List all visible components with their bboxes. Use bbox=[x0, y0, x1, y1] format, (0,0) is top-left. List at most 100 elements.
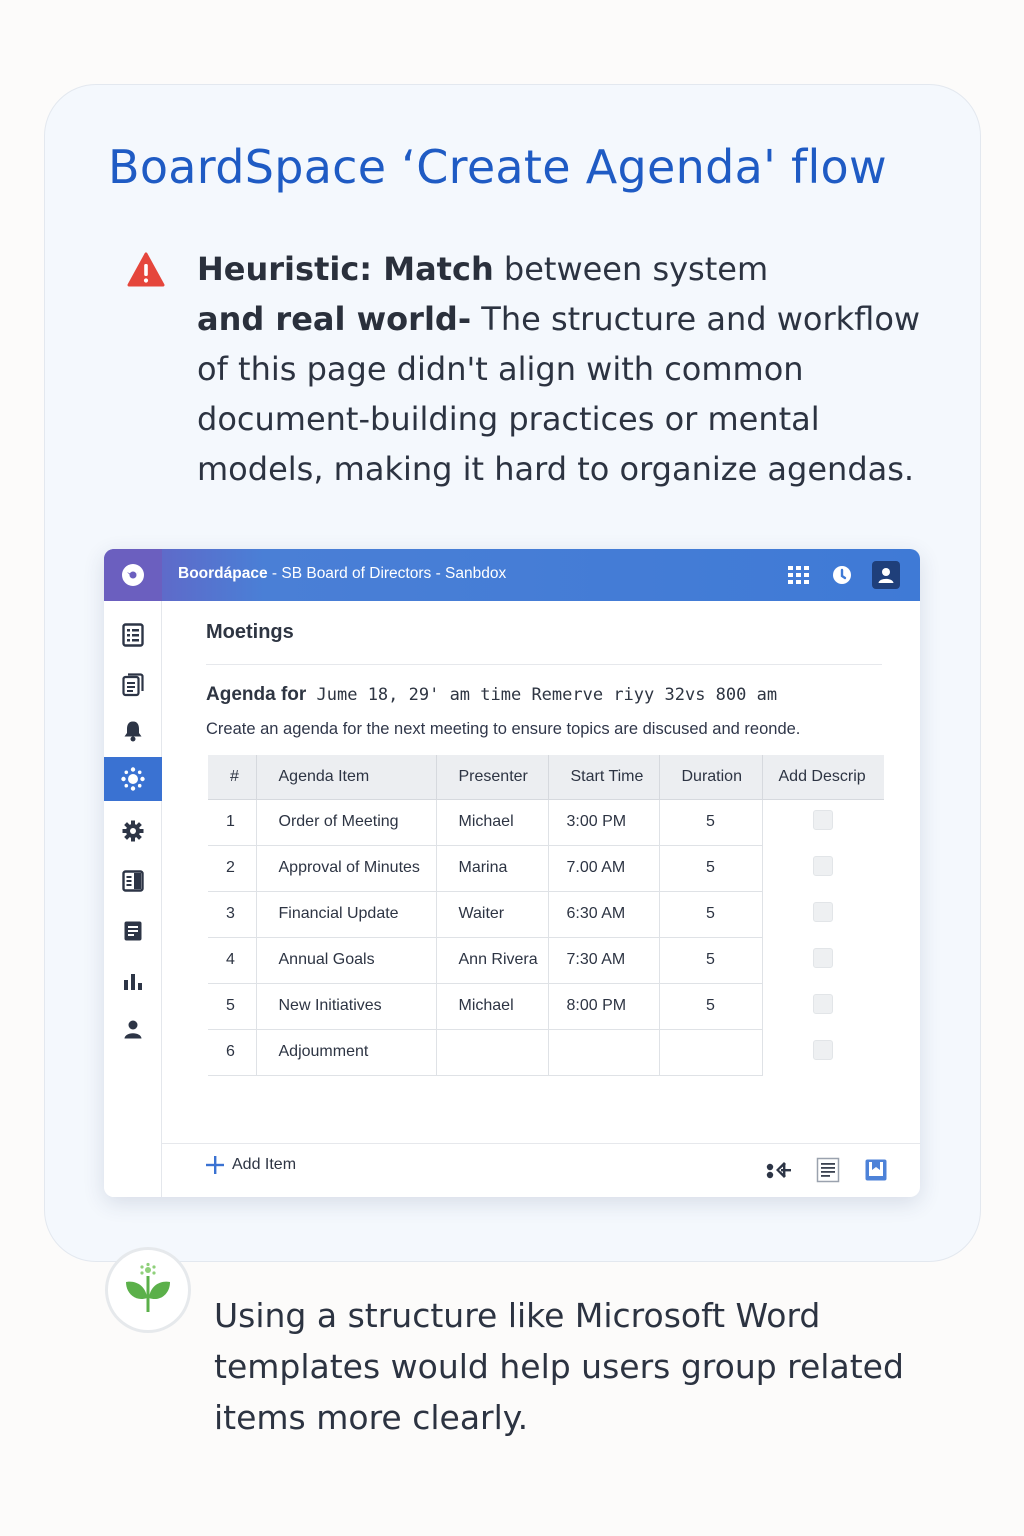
agenda-item-cell[interactable]: Financial Update bbox=[256, 891, 437, 938]
duration-cell[interactable]: 5 bbox=[659, 891, 763, 938]
app-window: Boordápace - SB Board of Directors - San… bbox=[104, 549, 920, 1197]
sidebar-item-notifications[interactable] bbox=[104, 709, 162, 753]
table-row[interactable]: 6 Adjoumment bbox=[208, 1029, 884, 1076]
table-row[interactable]: 2 Approval of Minutes Marina 7.00 AM 5 bbox=[208, 845, 884, 892]
description-checkbox[interactable] bbox=[813, 809, 834, 830]
agenda-label: Agenda for bbox=[206, 684, 307, 705]
presenter-cell[interactable]: Waiter bbox=[436, 891, 549, 938]
sidebar bbox=[104, 601, 162, 1197]
duration-cell[interactable]: 5 bbox=[659, 799, 763, 846]
duration-cell[interactable]: 5 bbox=[659, 845, 763, 892]
row-number: 5 bbox=[208, 983, 257, 1030]
notifications-bell-icon bbox=[124, 721, 142, 742]
presenter-cell[interactable]: Michael bbox=[436, 799, 549, 846]
apps-grid-icon[interactable] bbox=[788, 564, 810, 586]
description-checkbox[interactable] bbox=[813, 901, 834, 922]
table-row[interactable]: 5 New Initiatives Michael 8:00 PM 5 bbox=[208, 983, 884, 1030]
description-cell bbox=[762, 1029, 884, 1075]
column-header[interactable]: # bbox=[208, 755, 257, 800]
start-time-cell[interactable] bbox=[548, 1029, 660, 1076]
heuristic-text-part: between system bbox=[493, 250, 769, 288]
start-time-cell[interactable]: 6:30 AM bbox=[548, 891, 660, 938]
column-header[interactable]: Presenter bbox=[436, 755, 549, 800]
row-number: 6 bbox=[208, 1029, 257, 1076]
table-header-row: # Agenda Item Presenter Start Time Durat… bbox=[208, 755, 884, 800]
help-icon[interactable] bbox=[831, 564, 853, 586]
row-number: 1 bbox=[208, 799, 257, 846]
agenda-item-cell[interactable]: Order of Meeting bbox=[256, 799, 437, 846]
sidebar-item-documents[interactable] bbox=[104, 663, 162, 707]
description-cell bbox=[762, 937, 884, 983]
agenda-item-cell[interactable]: Approval of Minutes bbox=[256, 845, 437, 892]
sidebar-item-minutes[interactable] bbox=[104, 909, 162, 953]
presenter-cell[interactable]: Michael bbox=[436, 983, 549, 1030]
notes-document-icon[interactable] bbox=[814, 1157, 842, 1183]
share-icon[interactable] bbox=[764, 1157, 792, 1183]
slide-title: BoardSpace ‘Create Agenda' flow bbox=[108, 140, 887, 194]
agenda-item-cell[interactable]: Annual Goals bbox=[256, 937, 437, 984]
save-bookmark-icon[interactable] bbox=[862, 1157, 890, 1183]
column-header[interactable]: Start Time bbox=[548, 755, 660, 800]
agenda-item-cell[interactable]: New Initiatives bbox=[256, 983, 437, 1030]
duration-cell[interactable] bbox=[659, 1029, 763, 1076]
start-time-cell[interactable]: 8:00 PM bbox=[548, 983, 660, 1030]
board-book-icon bbox=[122, 870, 144, 892]
start-time-cell[interactable]: 7:30 AM bbox=[548, 937, 660, 984]
duration-cell[interactable]: 5 bbox=[659, 937, 763, 984]
row-number: 3 bbox=[208, 891, 257, 938]
table-row[interactable]: 3 Financial Update Waiter 6:30 AM 5 bbox=[208, 891, 884, 938]
add-item-label: Add Item bbox=[232, 1156, 297, 1173]
presenter-cell[interactable]: Ann Rivera bbox=[436, 937, 549, 984]
row-number: 2 bbox=[208, 845, 257, 892]
start-time-cell[interactable]: 7.00 AM bbox=[548, 845, 660, 892]
page-title: Moetings bbox=[206, 621, 294, 643]
sidebar-item-agenda[interactable] bbox=[104, 613, 162, 657]
minutes-document-icon bbox=[124, 921, 142, 941]
top-bar: Boordápace - SB Board of Directors - San… bbox=[104, 549, 920, 601]
meetings-icon bbox=[121, 767, 145, 791]
settings-gear-icon bbox=[122, 820, 144, 842]
heuristic-name: Heuristic: Match bbox=[197, 250, 494, 288]
heuristic-name-cont: and real world- bbox=[197, 300, 472, 338]
sidebar-item-profile[interactable] bbox=[104, 1007, 162, 1051]
description-checkbox[interactable] bbox=[813, 1039, 834, 1060]
sidebar-item-board-book[interactable] bbox=[104, 859, 162, 903]
warning-icon bbox=[127, 252, 165, 287]
column-header[interactable]: Agenda Item bbox=[256, 755, 437, 800]
add-item-button[interactable]: Add Item bbox=[206, 1156, 296, 1174]
presenter-cell[interactable] bbox=[436, 1029, 549, 1076]
profile-user-icon bbox=[124, 1020, 142, 1039]
description-cell bbox=[762, 845, 884, 891]
description-checkbox[interactable] bbox=[813, 855, 834, 876]
reports-chart-icon bbox=[124, 974, 142, 990]
main-content: Moetings Agenda for Jume 18, 29' am time… bbox=[162, 601, 920, 1197]
duration-cell[interactable]: 5 bbox=[659, 983, 763, 1030]
sidebar-item-meetings[interactable] bbox=[104, 757, 162, 801]
logo-icon bbox=[122, 564, 144, 586]
heuristic-text: Heuristic: Match between system and real … bbox=[197, 244, 937, 494]
start-time-cell[interactable]: 3:00 PM bbox=[548, 799, 660, 846]
sidebar-item-reports[interactable] bbox=[104, 959, 162, 1003]
presenter-cell[interactable]: Marina bbox=[436, 845, 549, 892]
table-row[interactable]: 4 Annual Goals Ann Rivera 7:30 AM 5 bbox=[208, 937, 884, 984]
user-avatar-icon[interactable] bbox=[872, 561, 900, 589]
footer-divider bbox=[162, 1143, 920, 1144]
divider bbox=[206, 664, 882, 665]
app-title: Boordápace - SB Board of Directors - San… bbox=[178, 565, 506, 583]
tip-badge bbox=[105, 1247, 191, 1333]
agenda-item-cell[interactable]: Adjoumment bbox=[256, 1029, 437, 1076]
app-logo[interactable] bbox=[104, 549, 162, 601]
description-cell bbox=[762, 799, 884, 845]
description-checkbox[interactable] bbox=[813, 947, 834, 968]
agenda-details: Jume 18, 29' am time Remerve riyy 32vs 8… bbox=[306, 685, 778, 705]
sidebar-item-settings[interactable] bbox=[104, 809, 162, 853]
agenda-list-icon bbox=[122, 623, 144, 647]
table-row[interactable]: 1 Order of Meeting Michael 3:00 PM 5 bbox=[208, 799, 884, 846]
documents-icon bbox=[122, 673, 144, 697]
row-number: 4 bbox=[208, 937, 257, 984]
column-header[interactable]: Duration bbox=[659, 755, 763, 800]
column-header[interactable]: Add Descrip bbox=[762, 755, 884, 800]
sprout-plant-icon bbox=[126, 1262, 170, 1312]
description-checkbox[interactable] bbox=[813, 993, 834, 1014]
description-cell bbox=[762, 891, 884, 937]
